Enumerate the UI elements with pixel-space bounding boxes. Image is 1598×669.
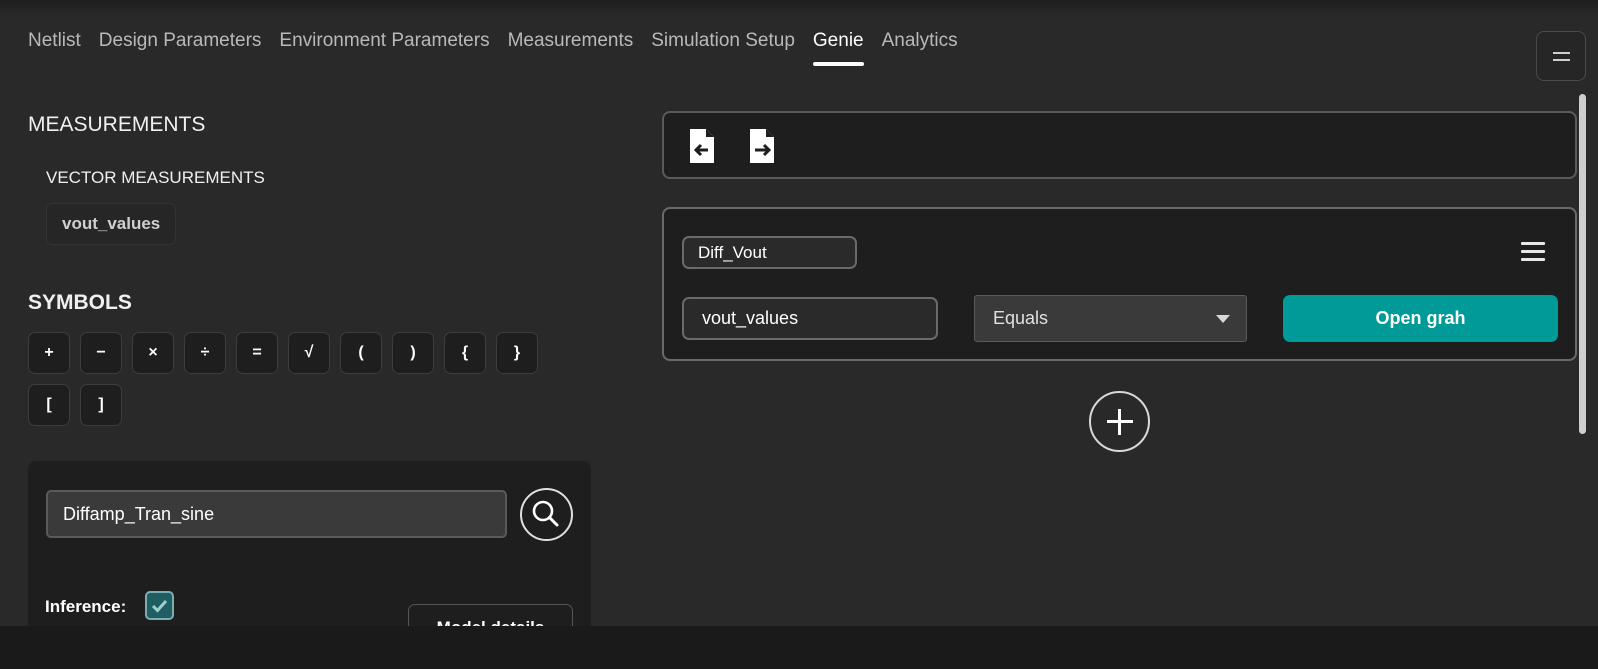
symbol-open-paren-button[interactable]: (	[340, 332, 382, 374]
tab-netlist[interactable]: Netlist	[28, 30, 81, 66]
tab-measurements[interactable]: Measurements	[508, 30, 634, 66]
tab-analytics[interactable]: Analytics	[882, 30, 958, 66]
measurement-card: Equals Open grah	[662, 207, 1577, 361]
right-scrollbar[interactable]	[1577, 92, 1589, 626]
scrollbar-thumb[interactable]	[1579, 94, 1586, 434]
vector-measurements-title: VECTOR MEASUREMENTS	[46, 168, 265, 187]
symbol-divide-button[interactable]: ÷	[184, 332, 226, 374]
bottom-bar	[0, 626, 1598, 669]
hamburger-icon	[1521, 242, 1545, 245]
symbol-open-bracket-button[interactable]: [	[28, 384, 70, 426]
file-export-icon[interactable]	[747, 128, 777, 164]
tab-design-parameters[interactable]: Design Parameters	[99, 30, 262, 66]
vector-measurement-chip[interactable]: vout_values	[46, 203, 177, 245]
tab-environment-parameters[interactable]: Environment Parameters	[279, 30, 489, 66]
check-icon	[151, 599, 168, 613]
symbol-close-paren-button[interactable]: )	[392, 332, 434, 374]
symbols-title: SYMBOLS	[28, 291, 132, 314]
symbol-close-bracket-button[interactable]: ]	[80, 384, 122, 426]
add-measurement-button[interactable]	[1089, 391, 1150, 452]
operator-select-value: Equals	[993, 308, 1049, 328]
symbols-grid: + − × ÷ = √ ( ) { } [ ]	[28, 332, 588, 436]
tab-bar: Netlist Design Parameters Environment Pa…	[28, 30, 976, 66]
tab-simulation-setup[interactable]: Simulation Setup	[651, 30, 795, 66]
top-bar: Netlist Design Parameters Environment Pa…	[0, 0, 1598, 90]
measurement-variable-input[interactable]	[682, 297, 938, 340]
file-import-icon[interactable]	[687, 128, 717, 164]
menu-icon	[1553, 52, 1570, 54]
chevron-down-icon	[1216, 315, 1230, 323]
measurements-title: MEASUREMENTS	[28, 113, 206, 136]
open-graph-button[interactable]: Open grah	[1283, 295, 1558, 342]
tab-genie[interactable]: Genie	[812, 30, 864, 66]
symbol-open-brace-button[interactable]: {	[444, 332, 486, 374]
symbol-minus-button[interactable]: −	[80, 332, 122, 374]
inference-checkbox[interactable]	[145, 591, 174, 620]
main-menu-button[interactable]	[1536, 31, 1586, 81]
search-button[interactable]	[520, 488, 573, 541]
symbol-plus-button[interactable]: +	[28, 332, 70, 374]
model-search-panel: Inference: Model details	[28, 461, 591, 626]
symbol-sqrt-button[interactable]: √	[288, 332, 330, 374]
file-toolbar	[662, 111, 1577, 179]
symbol-equals-button[interactable]: =	[236, 332, 278, 374]
model-details-button[interactable]: Model details	[408, 604, 573, 626]
symbol-multiply-button[interactable]: ×	[132, 332, 174, 374]
card-menu-button[interactable]	[1521, 242, 1545, 262]
inference-label: Inference:	[45, 597, 127, 616]
model-search-input[interactable]	[46, 490, 507, 538]
symbol-close-brace-button[interactable]: }	[496, 332, 538, 374]
measurement-name-input[interactable]	[682, 236, 857, 269]
search-icon	[532, 500, 559, 527]
operator-select[interactable]: Equals	[974, 295, 1247, 342]
